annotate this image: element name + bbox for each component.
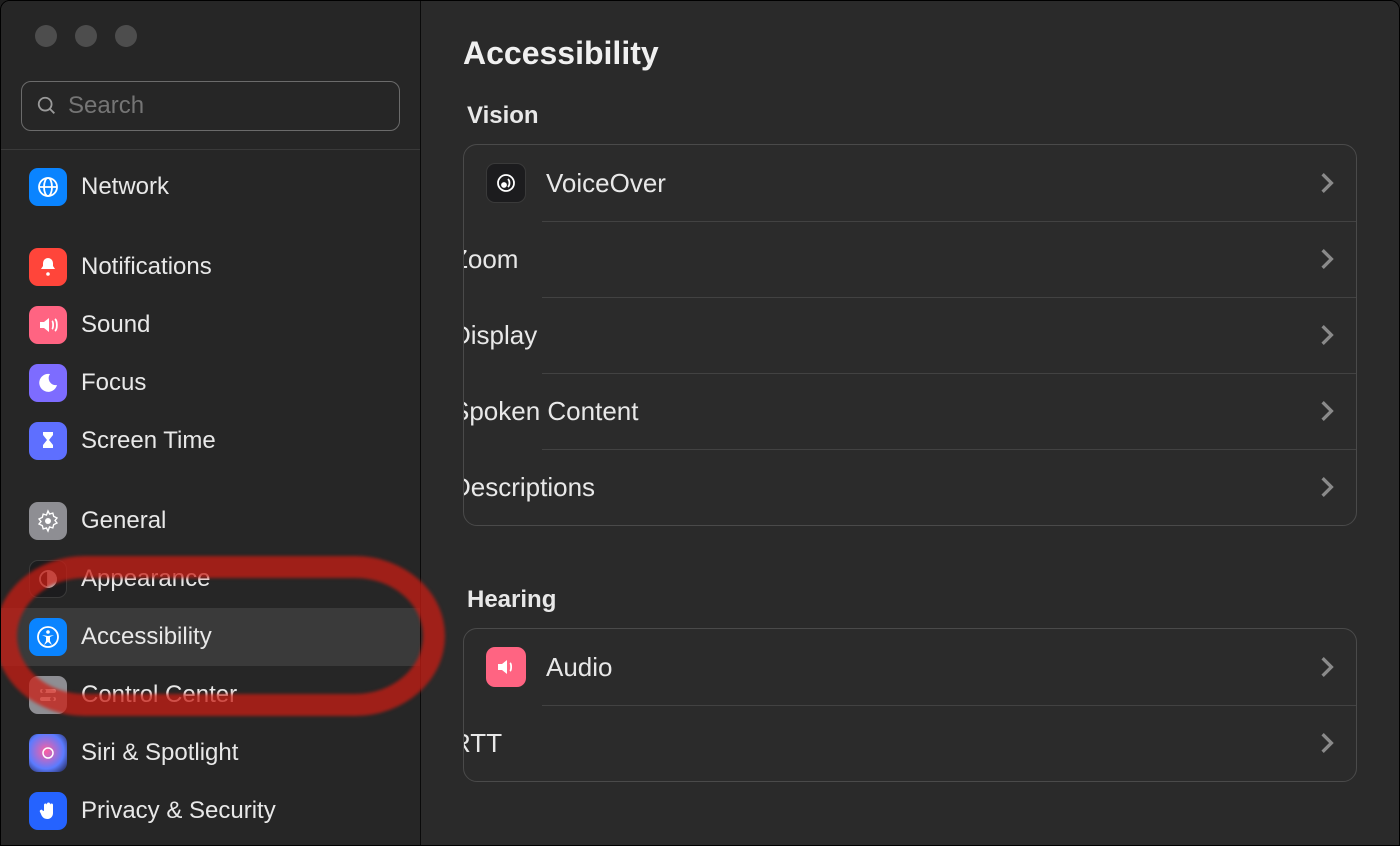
minimize-window-button[interactable] bbox=[75, 25, 97, 47]
row-label: Spoken Content bbox=[463, 396, 1300, 427]
row-label: Descriptions bbox=[463, 472, 1300, 503]
sidebar-item-focus[interactable]: Focus bbox=[1, 354, 420, 412]
sidebar-item-label: Siri & Spotlight bbox=[81, 739, 238, 767]
close-window-button[interactable] bbox=[35, 25, 57, 47]
sidebar-item-label: Screen Time bbox=[81, 427, 216, 455]
globe-icon bbox=[29, 168, 67, 206]
section-heading-vision: Vision bbox=[467, 102, 1357, 130]
row-label: VoiceOver bbox=[546, 168, 1300, 199]
audio-icon bbox=[486, 647, 526, 687]
chevron-right-icon bbox=[1320, 248, 1334, 270]
row-label: RTT bbox=[463, 728, 1300, 759]
page-title: Accessibility bbox=[463, 35, 1357, 72]
chevron-right-icon bbox=[1320, 400, 1334, 422]
accessibility-icon bbox=[29, 618, 67, 656]
sidebar-item-label: Appearance bbox=[81, 565, 210, 593]
row-spoken-content[interactable]: Spoken Content bbox=[464, 373, 1356, 449]
sidebar-item-label: Network bbox=[81, 173, 169, 201]
sidebar-item-label: Accessibility bbox=[81, 623, 212, 651]
sidebar-item-network[interactable]: Network bbox=[1, 158, 420, 216]
sidebar: Network Notifications Sound Focus bbox=[1, 1, 421, 845]
moon-icon bbox=[29, 364, 67, 402]
sidebar-item-sound[interactable]: Sound bbox=[1, 296, 420, 354]
speaker-icon bbox=[29, 306, 67, 344]
hearing-group: Audio RTT bbox=[463, 628, 1357, 782]
row-zoom[interactable]: Zoom bbox=[464, 221, 1356, 297]
settings-window: Network Notifications Sound Focus bbox=[0, 0, 1400, 846]
sidebar-item-screen-time[interactable]: Screen Time bbox=[1, 412, 420, 470]
row-descriptions[interactable]: 99 Descriptions bbox=[464, 449, 1356, 525]
sidebar-item-notifications[interactable]: Notifications bbox=[1, 238, 420, 296]
main-content: Accessibility Vision VoiceOver Zoom bbox=[421, 1, 1399, 845]
row-audio[interactable]: Audio bbox=[464, 629, 1356, 705]
sidebar-divider bbox=[1, 149, 420, 150]
search-field[interactable] bbox=[21, 81, 400, 131]
row-label: Display bbox=[463, 320, 1300, 351]
sidebar-item-siri-spotlight[interactable]: Siri & Spotlight bbox=[1, 724, 420, 782]
chevron-right-icon bbox=[1320, 172, 1334, 194]
chevron-right-icon bbox=[1320, 324, 1334, 346]
search-icon bbox=[36, 95, 58, 117]
gear-icon bbox=[29, 502, 67, 540]
row-rtt[interactable]: RTT bbox=[464, 705, 1356, 781]
sidebar-item-general[interactable]: General bbox=[1, 492, 420, 550]
sidebar-list: Network Notifications Sound Focus bbox=[1, 158, 420, 840]
sidebar-item-label: Privacy & Security bbox=[81, 797, 276, 825]
chevron-right-icon bbox=[1320, 732, 1334, 754]
chevron-right-icon bbox=[1320, 476, 1334, 498]
sidebar-item-label: General bbox=[81, 507, 166, 535]
siri-icon bbox=[29, 734, 67, 772]
sidebar-item-label: Sound bbox=[81, 311, 150, 339]
voiceover-icon bbox=[486, 163, 526, 203]
window-controls bbox=[1, 1, 420, 47]
vision-group: VoiceOver Zoom Display bbox=[463, 144, 1357, 526]
row-label: Zoom bbox=[463, 244, 1300, 275]
sidebar-item-control-center[interactable]: Control Center bbox=[1, 666, 420, 724]
sidebar-item-label: Notifications bbox=[81, 253, 212, 281]
appearance-icon bbox=[29, 560, 67, 598]
sidebar-item-privacy-security[interactable]: Privacy & Security bbox=[1, 782, 420, 840]
sidebar-item-label: Control Center bbox=[81, 681, 237, 709]
bell-icon bbox=[29, 248, 67, 286]
row-label: Audio bbox=[546, 652, 1300, 683]
sidebar-item-appearance[interactable]: Appearance bbox=[1, 550, 420, 608]
hand-icon bbox=[29, 792, 67, 830]
section-heading-hearing: Hearing bbox=[467, 586, 1357, 614]
search-input[interactable] bbox=[68, 92, 385, 120]
sidebar-item-accessibility[interactable]: Accessibility bbox=[1, 608, 420, 666]
row-display[interactable]: Display bbox=[464, 297, 1356, 373]
chevron-right-icon bbox=[1320, 656, 1334, 678]
hourglass-icon bbox=[29, 422, 67, 460]
control-center-icon bbox=[29, 676, 67, 714]
sidebar-item-label: Focus bbox=[81, 369, 146, 397]
row-voiceover[interactable]: VoiceOver bbox=[464, 145, 1356, 221]
zoom-window-button[interactable] bbox=[115, 25, 137, 47]
